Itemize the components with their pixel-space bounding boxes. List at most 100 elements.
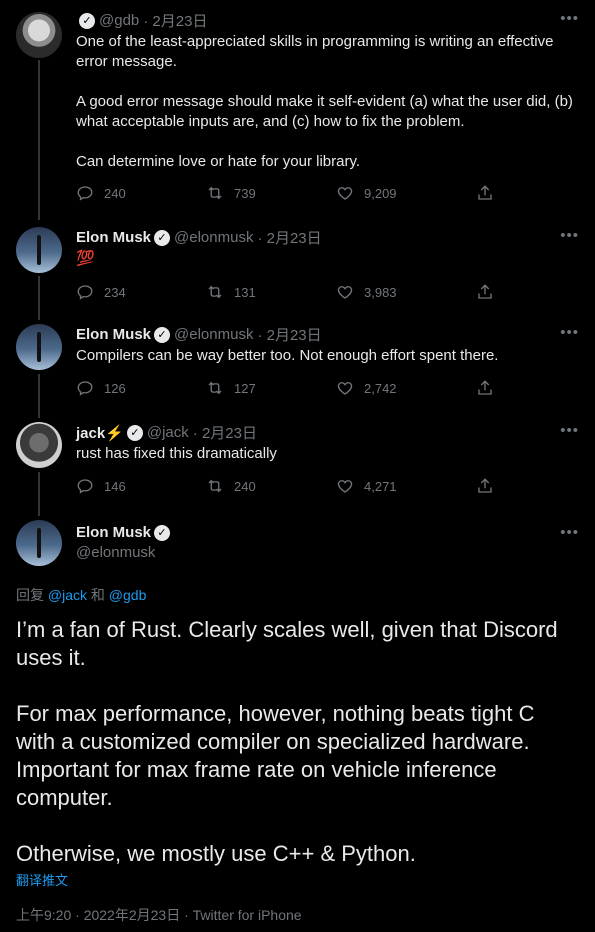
main-tweet-text: I’m a fan of Rust. Clearly scales well, … — [16, 616, 576, 868]
tweet[interactable]: Elon Musk ✓ @elonmusk · 2月23日 ••• 💯 234 … — [0, 227, 595, 307]
tweet[interactable]: ✓ @gdb · 2月23日 ••• One of the least-appr… — [0, 10, 595, 210]
avatar[interactable] — [16, 324, 62, 370]
reply-button[interactable]: 234 — [76, 283, 206, 301]
reply-icon — [77, 285, 93, 300]
tweet-actions: 234 131 3,983 — [76, 283, 516, 301]
more-icon[interactable]: ••• — [560, 422, 579, 439]
author-handle[interactable]: @gdb — [99, 12, 139, 29]
tweet-actions: 146 240 4,271 — [76, 477, 516, 495]
author-handle[interactable]: @elonmusk — [174, 326, 253, 343]
like-count: 9,209 — [364, 185, 397, 201]
like-count: 3,983 — [364, 284, 397, 300]
mention-link[interactable]: @gdb — [109, 587, 147, 603]
like-button[interactable]: 4,271 — [336, 477, 466, 495]
avatar[interactable] — [16, 422, 62, 468]
share-button[interactable] — [476, 184, 504, 202]
reply-count: 126 — [104, 380, 126, 396]
reply-button[interactable]: 126 — [76, 379, 206, 397]
tweet-date[interactable]: · 2月23日 — [257, 324, 321, 345]
tweet-paragraph: One of the least-appreciated skills in p… — [76, 33, 554, 70]
main-tweet-header: Elon Musk ✓ @elonmusk ••• — [0, 520, 595, 570]
tweet-text: 💯 — [76, 250, 95, 267]
verified-badge-icon: ✓ — [154, 524, 171, 541]
reply-icon — [77, 479, 93, 494]
tweet[interactable]: jack⚡️ ✓ @jack · 2月23日 ••• rust has fixe… — [0, 422, 595, 502]
author-name[interactable]: jack⚡️ — [76, 424, 124, 442]
like-button[interactable]: 2,742 — [336, 379, 466, 397]
translate-tweet-link[interactable]: 翻译推文 — [16, 870, 68, 889]
tweet-text: rust has fixed this dramatically — [76, 445, 277, 462]
more-icon[interactable]: ••• — [560, 227, 579, 244]
tweet-header: Elon Musk ✓ @elonmusk · 2月23日 — [76, 324, 322, 345]
retweet-button[interactable]: 240 — [206, 477, 336, 495]
reply-button[interactable]: 240 — [76, 184, 206, 202]
retweet-button[interactable]: 739 — [206, 184, 336, 202]
like-icon — [337, 187, 353, 200]
reply-icon — [77, 381, 93, 396]
like-icon — [337, 382, 353, 395]
reply-to-prefix: 回复 — [16, 587, 48, 603]
author-handle[interactable]: @elonmusk — [76, 544, 155, 561]
reply-icon — [77, 186, 93, 201]
share-button[interactable] — [476, 283, 504, 301]
share-icon — [478, 284, 492, 299]
share-icon — [478, 380, 492, 395]
tweet-date[interactable]: · 2月23日 — [143, 10, 207, 31]
reply-count: 146 — [104, 478, 126, 494]
verified-badge-icon: ✓ — [154, 229, 171, 246]
avatar[interactable] — [16, 227, 62, 273]
more-icon[interactable]: ••• — [560, 524, 579, 541]
tweet-header: Elon Musk ✓ @elonmusk · 2月23日 — [76, 227, 322, 248]
retweet-icon — [208, 186, 222, 200]
tweet-date[interactable]: · 2月23日 — [193, 422, 257, 443]
share-button[interactable] — [476, 477, 504, 495]
tweet-paragraph: Otherwise, we mostly use C++ & Python. — [16, 841, 416, 866]
author-name[interactable]: Elon Musk — [76, 524, 151, 541]
tweet-text: Compilers can be way better too. Not eno… — [76, 347, 499, 364]
tweet-header: jack⚡️ ✓ @jack · 2月23日 — [76, 422, 257, 443]
reply-count: 240 — [104, 185, 126, 201]
like-icon — [337, 480, 353, 493]
avatar[interactable] — [16, 520, 62, 566]
retweet-count: 131 — [234, 284, 256, 300]
author-handle[interactable]: @jack — [147, 424, 189, 441]
retweet-count: 127 — [234, 380, 256, 396]
verified-badge-icon: ✓ — [126, 424, 143, 441]
like-count: 4,271 — [364, 478, 397, 494]
share-button[interactable] — [476, 379, 504, 397]
share-icon — [478, 478, 492, 493]
tweet[interactable]: Elon Musk ✓ @elonmusk · 2月23日 ••• Compil… — [0, 324, 595, 404]
author-handle[interactable]: @elonmusk — [174, 229, 253, 246]
tweet-paragraph: For max performance, however, nothing be… — [16, 701, 535, 810]
more-icon[interactable]: ••• — [560, 324, 579, 341]
retweet-count: 240 — [234, 478, 256, 494]
tweet-header: ✓ @gdb · 2月23日 — [76, 10, 207, 31]
tweet-header: Elon Musk ✓ — [76, 524, 174, 541]
more-icon[interactable]: ••• — [560, 10, 579, 27]
retweet-icon — [208, 285, 222, 299]
reply-button[interactable]: 146 — [76, 477, 206, 495]
mention-link[interactable]: @jack — [48, 587, 87, 603]
retweet-button[interactable]: 131 — [206, 283, 336, 301]
retweet-icon — [208, 381, 222, 395]
verified-badge-icon: ✓ — [154, 326, 171, 343]
share-icon — [478, 185, 492, 200]
retweet-icon — [208, 479, 222, 493]
retweet-count: 739 — [234, 185, 256, 201]
tweet-date[interactable]: · 2月23日 — [257, 227, 321, 248]
tweet-paragraph: Can determine love or hate for your libr… — [76, 153, 361, 170]
like-count: 2,742 — [364, 380, 397, 396]
verified-badge-icon: ✓ — [79, 12, 95, 29]
reply-to-and: 和 — [87, 587, 109, 603]
tweet-actions: 126 127 2,742 — [76, 379, 516, 397]
reply-count: 234 — [104, 284, 126, 300]
avatar[interactable] — [16, 12, 62, 58]
author-name[interactable]: Elon Musk — [76, 326, 151, 343]
like-button[interactable]: 9,209 — [336, 184, 466, 202]
author-name[interactable]: Elon Musk — [76, 229, 151, 246]
like-button[interactable]: 3,983 — [336, 283, 466, 301]
tweet-text: One of the least-appreciated skills in p… — [76, 32, 576, 172]
retweet-button[interactable]: 127 — [206, 379, 336, 397]
tweet-actions: 240 739 9,209 — [76, 184, 516, 202]
reply-to: 回复 @jack 和 @gdb — [16, 585, 146, 605]
